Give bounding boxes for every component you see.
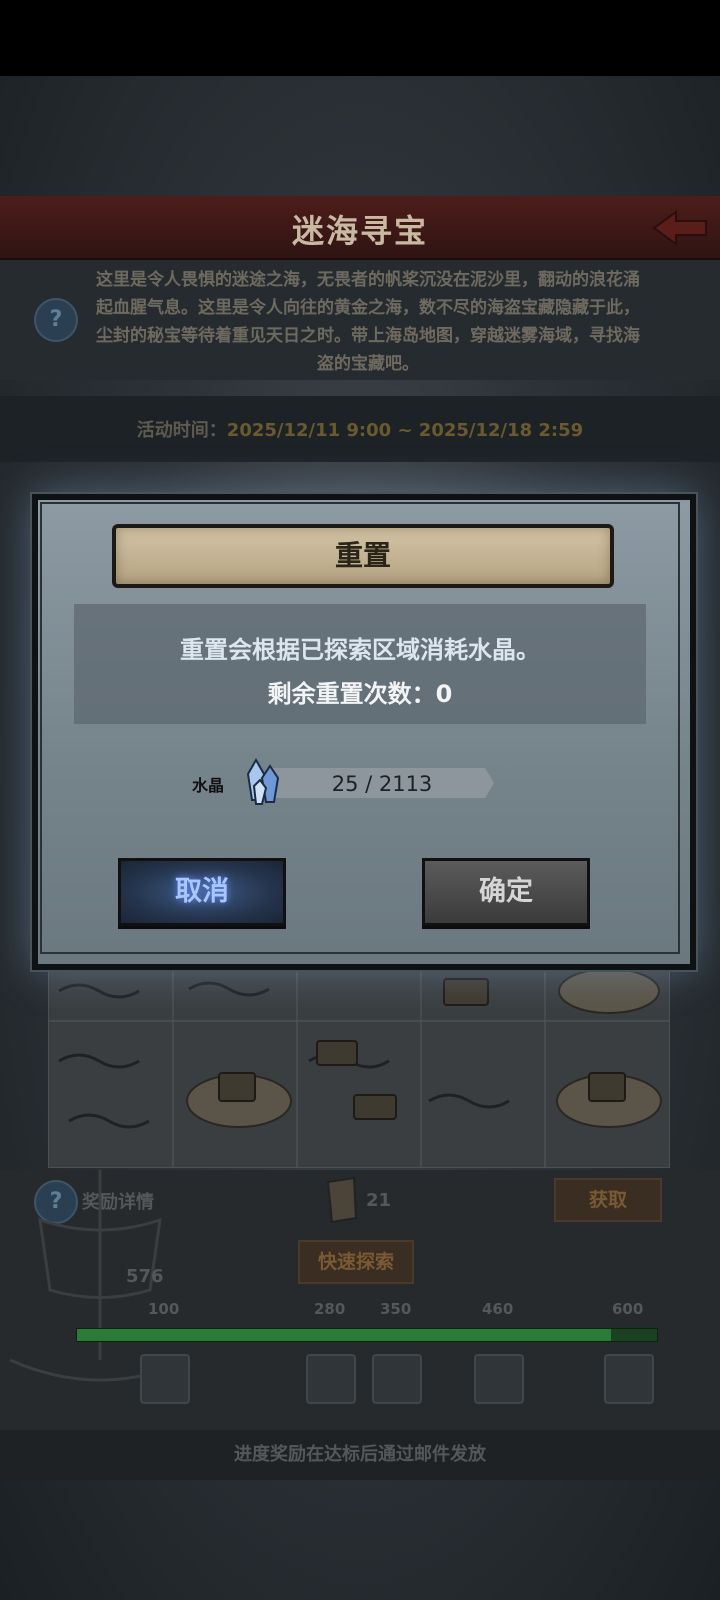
crystal-label: 水晶 [192, 776, 225, 795]
map-scroll-icon [326, 1176, 358, 1224]
milestone-label: 280 [314, 1300, 346, 1318]
milestone-label: 350 [380, 1300, 412, 1318]
map-count: 21 [366, 1190, 392, 1211]
map-sea-waves [49, 961, 669, 1167]
milestone-label: 100 [148, 1300, 180, 1318]
confirm-button[interactable]: 确定 [422, 858, 590, 926]
remaining-resets: 剩余重置次数：0 [267, 680, 453, 708]
reward-slot-crystal[interactable] [140, 1354, 190, 1404]
page-title: 迷海寻宝 [291, 212, 428, 250]
reward-slot-chest[interactable] [306, 1354, 356, 1404]
reward-slot-chest[interactable] [474, 1354, 524, 1404]
help-icon[interactable]: ? [34, 298, 78, 342]
progress-track [76, 1328, 658, 1342]
cancel-button[interactable]: 取消 [118, 858, 286, 926]
treasure-map-grid [48, 960, 670, 1168]
status-bar [0, 0, 720, 76]
progress-value: 576 [126, 1266, 164, 1287]
obtain-button[interactable]: 获取 [554, 1178, 662, 1222]
milestone-label: 460 [482, 1300, 514, 1318]
reset-message: 重置会根据已探索区域消耗水晶。 [180, 636, 540, 664]
quick-explore-button[interactable]: 快速探索 [298, 1240, 414, 1284]
reward-slot-chest[interactable] [604, 1354, 654, 1404]
activity-time-label: 活动时间： [136, 420, 227, 441]
milestone-label: 600 [612, 1300, 644, 1318]
footer-note: 进度奖励在达标后通过邮件发放 [0, 1430, 720, 1480]
crystal-icon [246, 757, 280, 805]
back-arrow-icon[interactable] [650, 206, 710, 250]
event-description: 这里是令人畏惧的迷途之海，无畏者的帆桨沉没在泥沙里，翻动的浪花涌起血腥气息。这里… [96, 270, 640, 374]
crystal-amount: 25 / 2113 [331, 772, 433, 796]
reset-dialog-title: 重置 [334, 539, 391, 572]
activity-time-value: 2025/12/11 9:00 ~ 2025/12/18 2:59 [226, 420, 584, 441]
progress-fill [77, 1329, 611, 1341]
activity-time: 活动时间：2025/12/11 9:00 ~ 2025/12/18 2:59 [0, 416, 720, 442]
reward-slot-chest[interactable] [372, 1354, 422, 1404]
